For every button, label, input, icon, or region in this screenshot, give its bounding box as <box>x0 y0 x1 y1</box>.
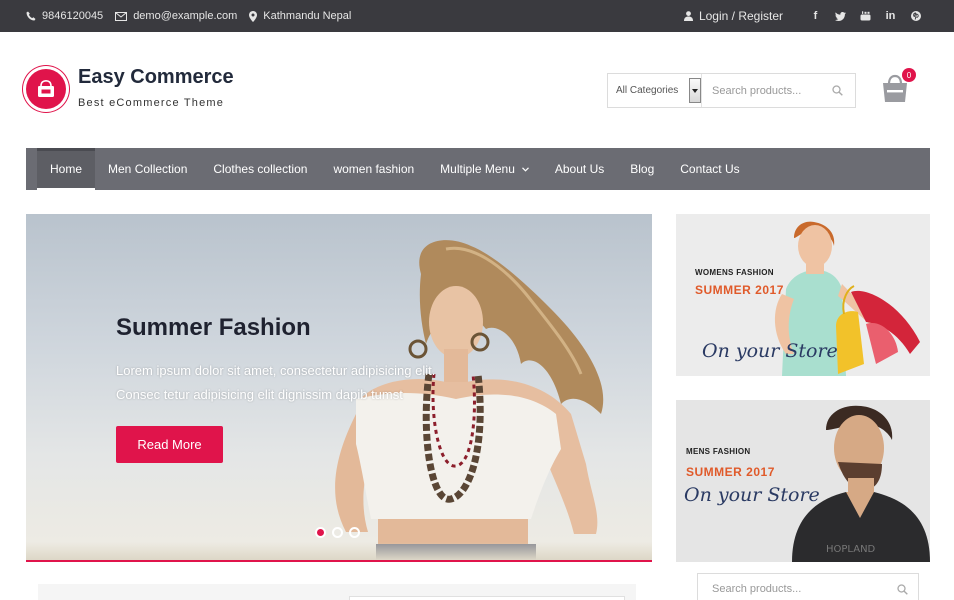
contact-info: 9846120045 demo@example.com Kathmandu Ne… <box>26 0 351 32</box>
nav-item-label: Men Collection <box>108 162 188 176</box>
envelope-icon <box>115 11 128 21</box>
man-image: HOPLAND <box>792 405 930 562</box>
twitter-icon[interactable] <box>828 11 853 21</box>
mens-fashion-banner[interactable]: HOPLAND MENS FASHION SUMMER 2017 On your… <box>676 400 930 562</box>
caret-down-icon <box>692 88 698 93</box>
nav-item-clothes-collection[interactable]: Clothes collection <box>200 148 320 190</box>
nav-item-men-collection[interactable]: Men Collection <box>95 148 200 190</box>
nav-item-contact-us[interactable]: Contact Us <box>667 148 752 190</box>
sidebar-search-input[interactable] <box>712 583 882 595</box>
topbar-right: Login / Register f in <box>683 0 928 32</box>
content-section-input[interactable] <box>349 596 625 600</box>
cart-count-badge: 0 <box>902 68 916 82</box>
site-title[interactable]: Easy Commerce <box>78 66 234 89</box>
phone-number: 9846120045 <box>42 10 104 22</box>
linkedin-icon[interactable]: in <box>878 10 903 22</box>
shopping-bag-icon <box>38 80 54 97</box>
login-register-link[interactable]: Login / Register <box>683 9 783 23</box>
nav-item-women-fashion[interactable]: women fashion <box>320 148 427 190</box>
search-icon[interactable] <box>832 85 843 96</box>
grass-foreground <box>26 542 652 560</box>
location-text: Kathmandu Nepal <box>263 10 352 22</box>
youtube-icon[interactable] <box>853 11 878 21</box>
category-select[interactable]: All Categories <box>608 74 702 107</box>
nav-item-multiple-menu[interactable]: Multiple Menu <box>427 148 542 190</box>
banner-subtitle: WOMENS FASHION <box>695 268 774 277</box>
slide-text-line: Consec tetur adipisicing elit dignissim … <box>116 387 403 402</box>
read-more-button[interactable]: Read More <box>116 426 223 463</box>
slider-dot[interactable] <box>332 527 343 538</box>
user-icon <box>683 11 693 21</box>
search-input[interactable] <box>712 80 822 102</box>
login-register-label: Login / Register <box>698 9 783 23</box>
banner-season: SUMMER 2017 <box>695 283 784 297</box>
sidebar-search-form <box>697 573 919 600</box>
slide-description: Lorem ipsum dolor sit amet, consectetur … <box>116 359 496 407</box>
pinterest-icon[interactable] <box>903 11 928 21</box>
site-tagline: Best eCommerce Theme <box>78 97 225 109</box>
banner-script-text: On your Store <box>702 340 838 362</box>
phone-contact: 9846120045 <box>26 10 103 22</box>
nav-item-label: Blog <box>630 162 655 176</box>
email-address[interactable]: demo@example.com <box>133 10 237 22</box>
banner-script-text: On your Store <box>684 484 820 506</box>
slider-dot[interactable] <box>349 527 360 538</box>
top-bar: 9846120045 demo@example.com Kathmandu Ne… <box>0 0 954 32</box>
site-logo[interactable] <box>26 69 66 109</box>
slider-pagination <box>315 527 360 538</box>
location-contact: Kathmandu Nepal <box>249 10 351 22</box>
banner-season: SUMMER 2017 <box>686 465 775 479</box>
slider-dot[interactable] <box>315 527 326 538</box>
social-links: f in <box>803 10 928 22</box>
email-contact[interactable]: demo@example.com <box>115 10 237 22</box>
nav-item-label: Contact Us <box>680 162 740 176</box>
hero-slider[interactable]: Summer Fashion Lorem ipsum dolor sit ame… <box>26 214 652 562</box>
slide-text-line: Lorem ipsum dolor sit amet, consectetur … <box>116 363 436 378</box>
main-navigation: Home Men Collection Clothes collection w… <box>26 148 930 190</box>
nav-item-label: Multiple Menu <box>440 162 515 176</box>
nav-item-label: women fashion <box>333 162 415 176</box>
nav-item-label: About Us <box>554 162 605 176</box>
search-icon[interactable] <box>897 584 908 595</box>
nav-item-blog[interactable]: Blog <box>617 148 667 190</box>
category-select-value: All Categories <box>616 85 679 96</box>
banner-subtitle: MENS FASHION <box>686 447 751 456</box>
svg-text:HOPLAND: HOPLAND <box>826 544 876 555</box>
category-dropdown-button[interactable] <box>689 78 701 103</box>
phone-icon <box>26 11 36 21</box>
nav-item-label: Home <box>50 162 83 176</box>
nav-item-about-us[interactable]: About Us <box>542 148 617 190</box>
womens-fashion-banner[interactable]: WOMENS FASHION SUMMER 2017 On your Store <box>676 214 930 376</box>
chevron-down-icon <box>521 166 529 172</box>
facebook-icon[interactable]: f <box>803 10 828 22</box>
nav-item-home[interactable]: Home <box>37 148 96 190</box>
slide-title: Summer Fashion <box>116 314 311 341</box>
map-marker-icon <box>249 10 258 22</box>
nav-item-label: Clothes collection <box>213 162 308 176</box>
product-search-form: All Categories <box>607 73 856 108</box>
